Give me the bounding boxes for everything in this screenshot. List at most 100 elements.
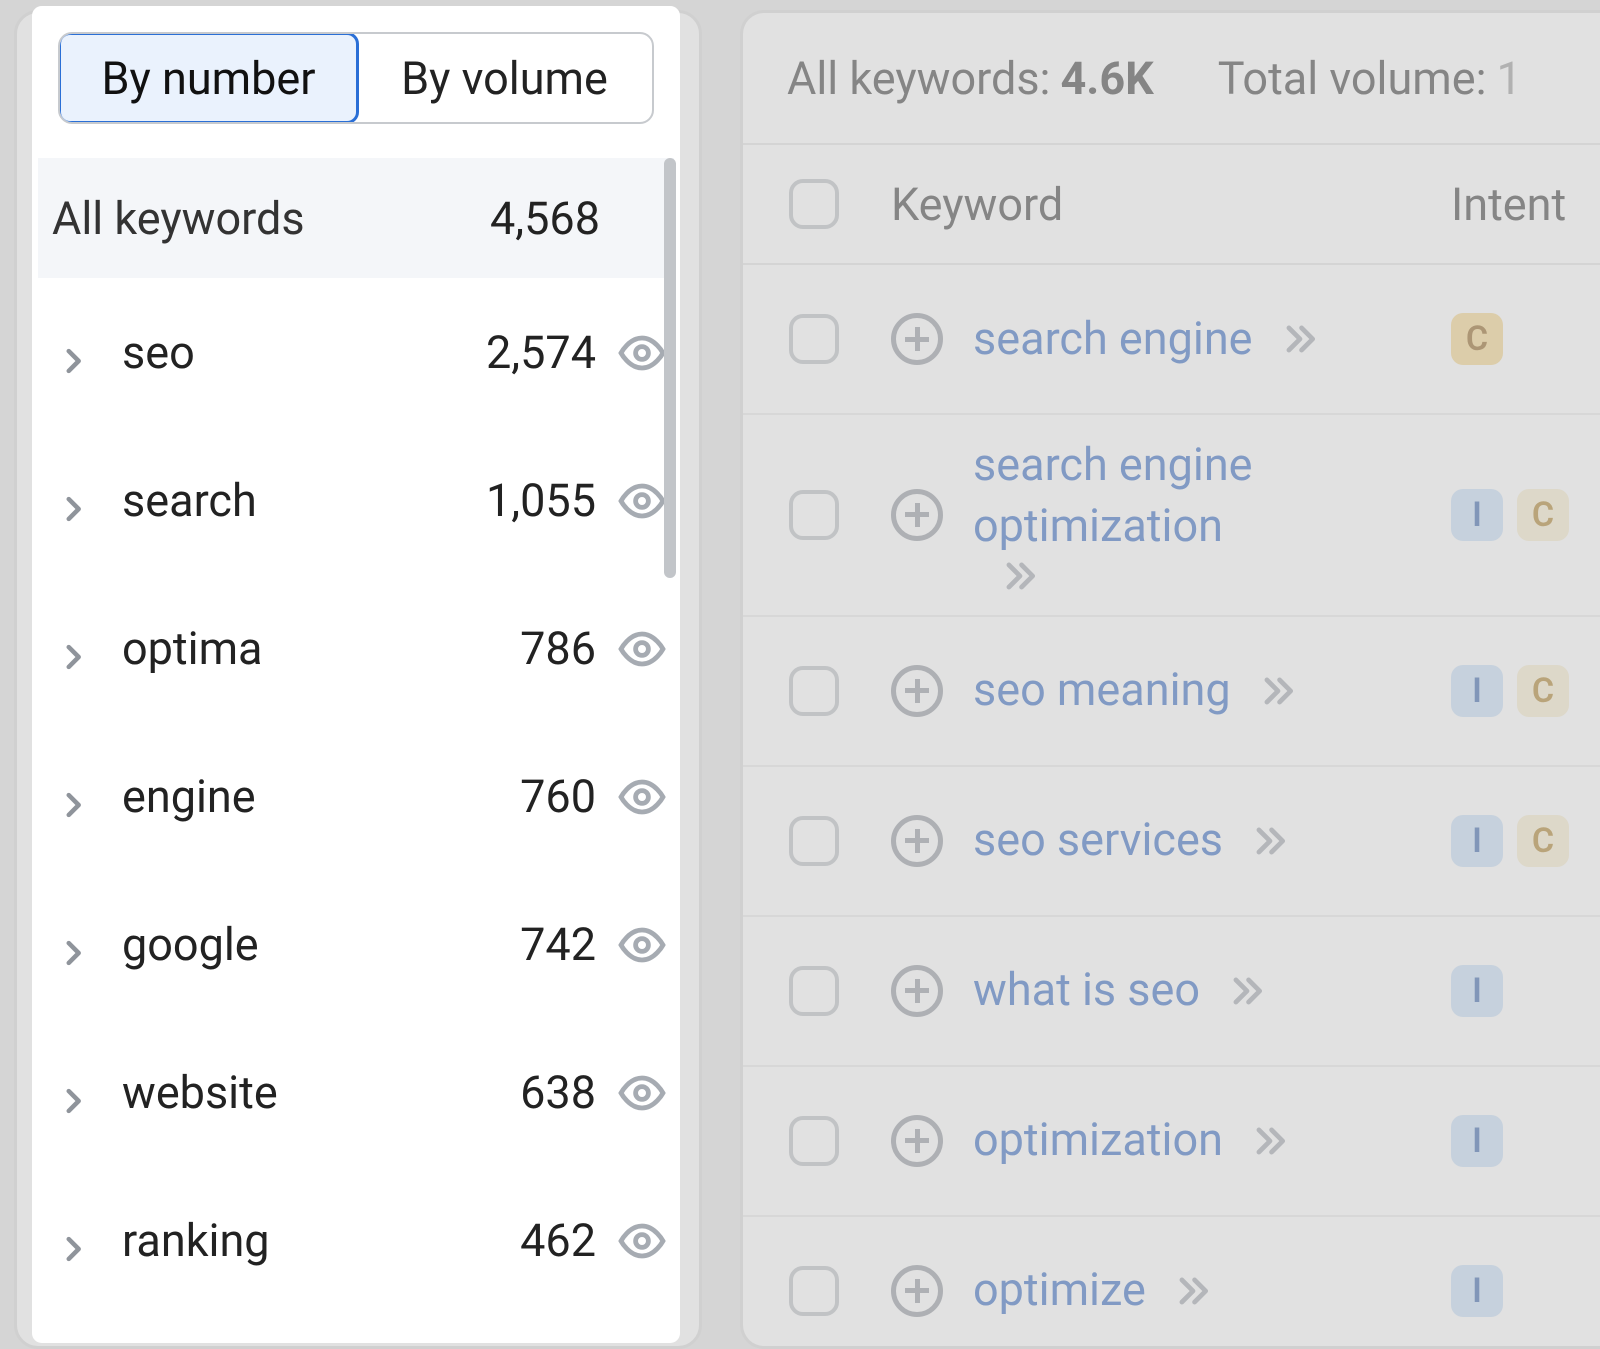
keyword-row[interactable]: optima786 (38, 574, 674, 722)
row-checkbox[interactable] (789, 966, 839, 1016)
result-row: optimization I (743, 1067, 1600, 1217)
total-volume-label: Total volume: (1218, 52, 1487, 105)
intent-badge: I (1451, 965, 1503, 1017)
result-row: search engine optimization IC (743, 415, 1600, 617)
eye-icon[interactable] (618, 1069, 666, 1117)
plus-circle-icon[interactable] (891, 1115, 943, 1167)
intent-badge: C (1517, 665, 1569, 717)
result-row: seo services IC (743, 767, 1600, 917)
intent-badge: C (1451, 313, 1503, 365)
keyword-row-name: website (122, 1066, 278, 1119)
keyword-row[interactable]: google742 (38, 870, 674, 1018)
double-chevron-icon[interactable] (1001, 557, 1039, 595)
all-keywords-row-count: 4,568 (490, 192, 600, 245)
row-checkbox[interactable] (789, 1266, 839, 1316)
results-header-row: Keyword Intent (743, 143, 1600, 265)
chevron-right-icon[interactable] (56, 336, 90, 370)
keyword-link[interactable]: seo meaning (973, 660, 1297, 721)
double-chevron-icon[interactable] (1251, 1122, 1289, 1160)
chevron-right-icon[interactable] (56, 1076, 90, 1110)
double-chevron-icon[interactable] (1174, 1272, 1212, 1310)
intent-cell: C (1451, 313, 1503, 365)
eye-icon[interactable] (618, 477, 666, 525)
intent-cell: I (1451, 965, 1503, 1017)
results-body: search engine Csearch engine optimization… (743, 265, 1600, 1349)
double-chevron-icon[interactable] (1228, 972, 1266, 1010)
chevron-right-icon[interactable] (56, 484, 90, 518)
row-checkbox[interactable] (789, 1116, 839, 1166)
results-panel: All keywords: 4.6K Total volume: 1 Keywo… (740, 10, 1600, 1349)
intent-cell: IC (1451, 665, 1569, 717)
keyword-row[interactable]: ranking 462 (38, 1166, 674, 1314)
total-volume-value-cut: 1 (1497, 52, 1522, 105)
keyword-link[interactable]: search engine (973, 309, 1319, 370)
keyword-row[interactable]: website 638 (38, 1018, 674, 1166)
chevron-right-icon[interactable] (56, 1224, 90, 1258)
keyword-link[interactable]: what is seo (973, 960, 1266, 1021)
chevron-right-icon[interactable] (56, 632, 90, 666)
select-all-checkbox[interactable] (789, 179, 839, 229)
sidebar-scrollbar[interactable] (664, 158, 676, 578)
intent-badge: I (1451, 489, 1503, 541)
keyword-row-count: 1,055 (486, 474, 596, 527)
intent-cell: IC (1451, 815, 1569, 867)
sidebar-body: All keywords 4,568 seo 2,574 search 1,055 op… (38, 158, 674, 1333)
row-checkbox[interactable] (789, 816, 839, 866)
intent-cell: I (1451, 1115, 1503, 1167)
keyword-row-count: 760 (520, 770, 596, 823)
plus-circle-icon[interactable] (891, 965, 943, 1017)
all-keywords-row-label: All keywords (52, 192, 305, 245)
plus-circle-icon[interactable] (891, 665, 943, 717)
keyword-row-name: ranking (122, 1214, 270, 1267)
chevron-right-icon[interactable] (56, 780, 90, 814)
tab-by-volume[interactable]: By volume (357, 34, 652, 122)
tab-by-number[interactable]: By number (58, 32, 359, 124)
keyword-list: seo 2,574 search 1,055 optima786engine760goo… (38, 278, 674, 1314)
result-row: seo meaning IC (743, 617, 1600, 767)
intent-badge: I (1451, 815, 1503, 867)
keyword-row-count: 2,574 (486, 326, 596, 379)
all-keywords-value: 4.6K (1060, 52, 1153, 105)
eye-icon[interactable] (618, 1217, 666, 1265)
results-summary: All keywords: 4.6K Total volume: 1 (743, 13, 1600, 143)
result-row: search engine C (743, 265, 1600, 415)
column-keyword[interactable]: Keyword (891, 178, 1451, 231)
eye-icon[interactable] (618, 921, 666, 969)
keyword-row[interactable]: engine760 (38, 722, 674, 870)
double-chevron-icon[interactable] (1259, 672, 1297, 710)
keyword-link[interactable]: optimize (973, 1260, 1212, 1321)
all-keywords-row[interactable]: All keywords 4,568 (38, 158, 674, 278)
eye-icon[interactable] (618, 625, 666, 673)
intent-badge: I (1451, 665, 1503, 717)
keyword-link[interactable]: optimization (973, 1110, 1289, 1171)
keyword-row[interactable]: seo 2,574 (38, 278, 674, 426)
keyword-row-count: 786 (520, 622, 596, 675)
plus-circle-icon[interactable] (891, 489, 943, 541)
double-chevron-icon[interactable] (1281, 320, 1319, 358)
column-intent[interactable]: Intent (1451, 178, 1566, 231)
eye-icon[interactable] (618, 329, 666, 377)
intent-cell: I (1451, 1265, 1503, 1317)
row-checkbox[interactable] (789, 314, 839, 364)
row-checkbox[interactable] (789, 490, 839, 540)
plus-circle-icon[interactable] (891, 313, 943, 365)
sidebar-highlighted: By number By volume All keywords 4,568 s… (38, 12, 674, 1337)
keyword-link[interactable]: seo services (973, 810, 1289, 871)
row-checkbox[interactable] (789, 666, 839, 716)
keyword-row-count: 462 (520, 1214, 596, 1267)
plus-circle-icon[interactable] (891, 1265, 943, 1317)
double-chevron-icon[interactable] (1251, 822, 1289, 860)
keyword-row-name: search (122, 474, 257, 527)
intent-badge: C (1517, 815, 1569, 867)
keyword-row[interactable]: search 1,055 (38, 426, 674, 574)
keyword-row-name: seo (122, 326, 195, 379)
all-keywords-label: All keywords: (787, 52, 1050, 105)
eye-icon[interactable] (618, 773, 666, 821)
keyword-row-count: 638 (520, 1066, 596, 1119)
intent-badge: C (1517, 489, 1569, 541)
plus-circle-icon[interactable] (891, 815, 943, 867)
intent-badge: I (1451, 1265, 1503, 1317)
keyword-link[interactable]: search engine optimization (973, 435, 1413, 595)
chevron-right-icon[interactable] (56, 928, 90, 962)
intent-cell: IC (1451, 489, 1569, 541)
